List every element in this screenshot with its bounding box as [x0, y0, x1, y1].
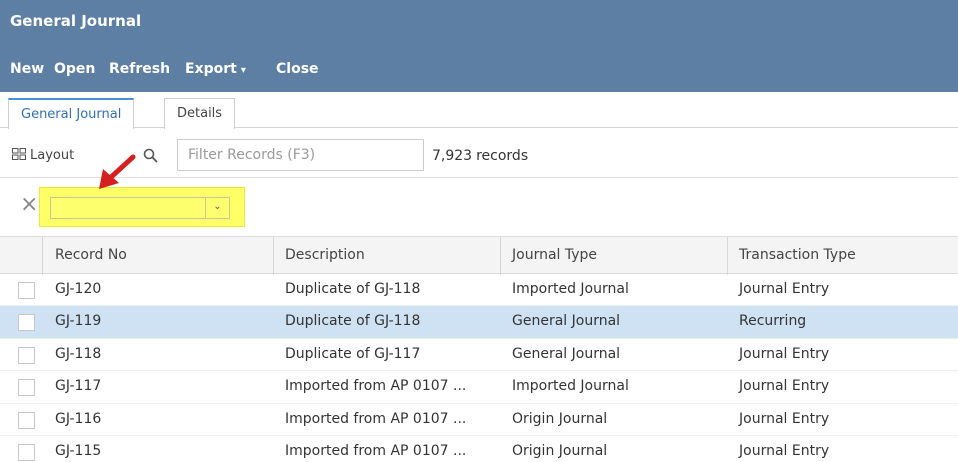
search-bar: Layout 7,923records — [0, 128, 958, 178]
table-row[interactable]: GJ-116 Imported from AP 0107 ... Origin … — [0, 404, 958, 436]
table-row[interactable]: GJ-117 Imported from AP 0107 ... Importe… — [0, 371, 958, 404]
clear-filter-icon[interactable]: × — [20, 192, 38, 217]
chevron-down-icon: ▾ — [240, 65, 246, 76]
column-header-record-no[interactable]: Record No — [55, 247, 127, 263]
filter-combo-highlight: ⌄ — [39, 187, 245, 227]
records-grid: Record No Description Journal Type Trans… — [0, 236, 958, 462]
cell-journal-type: General Journal — [512, 345, 621, 362]
cell-record-no: GJ-119 — [55, 313, 102, 330]
cell-description: Duplicate of GJ-118 — [285, 313, 421, 330]
row-checkbox[interactable] — [18, 346, 35, 364]
grid-layout-icon — [12, 148, 26, 160]
layout-label: Layout — [30, 148, 75, 163]
row-checkbox[interactable] — [18, 379, 35, 397]
column-divider[interactable] — [500, 237, 501, 275]
export-button[interactable]: Export ▾ — [185, 61, 246, 77]
cell-transaction-type: Journal Entry — [739, 410, 830, 427]
table-row[interactable]: GJ-120 Duplicate of GJ-118 Imported Jour… — [0, 274, 958, 307]
close-button[interactable]: Close — [276, 61, 319, 77]
table-row[interactable]: GJ-119 Duplicate of GJ-118 General Journ… — [0, 306, 958, 339]
column-header-transaction-type[interactable]: Transaction Type — [739, 247, 856, 263]
cell-journal-type: General Journal — [512, 313, 621, 330]
tab-general-journal[interactable]: General Journal — [8, 98, 135, 129]
cell-transaction-type: Recurring — [739, 313, 807, 330]
cell-description: Duplicate of GJ-118 — [285, 281, 421, 297]
cell-journal-type: Imported Journal — [512, 378, 629, 395]
table-row[interactable]: GJ-118 Duplicate of GJ-117 General Journ… — [0, 339, 958, 372]
row-checkbox[interactable] — [18, 282, 35, 299]
cell-journal-type: Origin Journal — [512, 442, 608, 459]
cell-transaction-type: Journal Entry — [739, 345, 830, 362]
refresh-button[interactable]: Refresh — [109, 61, 170, 77]
open-button[interactable]: Open — [54, 61, 95, 77]
column-divider[interactable] — [42, 237, 43, 275]
cell-record-no: GJ-118 — [55, 345, 102, 362]
cell-transaction-type: Journal Entry — [739, 281, 830, 297]
cell-record-no: GJ-116 — [55, 410, 102, 427]
column-divider[interactable] — [727, 237, 728, 275]
grid-header: Record No Description Journal Type Trans… — [0, 236, 958, 275]
row-checkbox[interactable] — [18, 314, 35, 332]
filter-combo-box[interactable]: ⌄ — [50, 197, 230, 219]
cell-description: Imported from AP 0107 ... — [285, 410, 467, 427]
row-checkbox[interactable] — [18, 443, 35, 461]
tab-bar: General Journal Details — [0, 92, 958, 129]
column-divider[interactable] — [273, 237, 274, 275]
cell-record-no: GJ-117 — [55, 378, 102, 395]
cell-description: Imported from AP 0107 ... — [285, 378, 467, 395]
window-title: General Journal — [0, 0, 958, 44]
table-row[interactable]: GJ-115 Imported from AP 0107 ... Origin … — [0, 436, 958, 462]
layout-button[interactable]: Layout — [12, 148, 74, 163]
record-count: 7,923 records — [432, 148, 528, 164]
row-checkbox[interactable] — [18, 411, 35, 429]
record-count-value: 7,923 — [432, 148, 473, 164]
export-label: Export — [185, 61, 237, 77]
cell-record-no: GJ-115 — [55, 442, 102, 459]
cell-journal-type: Imported Journal — [512, 281, 629, 297]
tab-details[interactable]: Details — [164, 98, 236, 129]
column-header-journal-type[interactable]: Journal Type — [512, 247, 597, 263]
cell-transaction-type: Journal Entry — [739, 378, 830, 395]
filter-row: × ⌄ — [0, 178, 958, 236]
toolbar: New Open Refresh Export ▾ Close — [0, 44, 958, 92]
cell-description: Imported from AP 0107 ... — [285, 442, 467, 459]
cell-journal-type: Origin Journal — [512, 410, 608, 427]
search-icon[interactable] — [143, 148, 159, 164]
chevron-down-icon[interactable]: ⌄ — [205, 198, 229, 218]
new-button[interactable]: New — [10, 61, 44, 77]
column-header-description[interactable]: Description — [285, 247, 365, 263]
record-count-label: records — [476, 148, 529, 164]
filter-records-input[interactable] — [177, 139, 424, 171]
cell-record-no: GJ-120 — [55, 281, 102, 297]
cell-description: Duplicate of GJ-117 — [285, 345, 421, 362]
cell-transaction-type: Journal Entry — [739, 442, 830, 459]
